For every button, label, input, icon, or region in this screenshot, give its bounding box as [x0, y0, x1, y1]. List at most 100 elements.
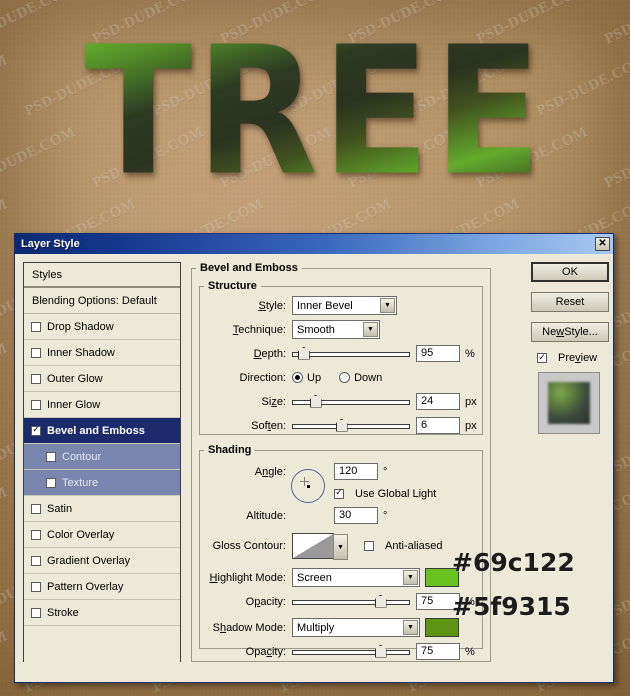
checkbox-unchecked-icon[interactable]	[46, 451, 56, 462]
styles-list-item-label: Drop Shadow	[47, 320, 114, 333]
angle-dial[interactable]	[291, 469, 325, 503]
soften-input[interactable]: 6	[416, 417, 460, 434]
dialog-titlebar[interactable]: Layer Style ✕	[15, 234, 613, 254]
anti-aliased-label: Anti-aliased	[385, 540, 443, 552]
soften-slider[interactable]	[292, 418, 410, 433]
technique-select[interactable]: Smooth ▼	[292, 320, 380, 339]
technique-select-value: Smooth	[297, 323, 335, 336]
new-style-button[interactable]: Ne w Style...	[531, 322, 609, 342]
depth-slider-thumb[interactable]	[297, 346, 310, 360]
styles-list-item[interactable]: Drop Shadow	[24, 314, 180, 340]
styles-panel: Styles Blending Options: Default Drop Sh…	[23, 262, 181, 674]
radio-off-icon	[339, 372, 351, 383]
radio-on-icon	[292, 372, 303, 383]
gloss-contour-picker[interactable]: ▼	[292, 533, 348, 560]
highlight-mode-select[interactable]: Screen ▼	[292, 568, 420, 587]
styles-list-item[interactable]: ✓ Bevel and Emboss	[24, 418, 180, 444]
shadow-mode-select[interactable]: Multiply ▼	[292, 618, 420, 637]
depth-input[interactable]: 95	[416, 345, 460, 362]
shadow-mode-label: Shadow Mode:	[212, 621, 286, 634]
use-global-light-checkbox[interactable]: ✓ Use Global Light	[334, 488, 436, 500]
checkbox-unchecked-icon[interactable]	[31, 321, 41, 332]
structure-group-title: Structure	[208, 280, 257, 292]
shading-group: Shading Angle: 120 ° ✓ Use Global Light	[199, 444, 483, 660]
direction-row: Direction: Up Down	[200, 367, 482, 388]
anti-aliased-checkbox[interactable]: Anti-aliased	[364, 540, 442, 552]
size-slider[interactable]	[292, 394, 410, 409]
direction-down-radio[interactable]: Down	[339, 372, 382, 384]
checkbox-unchecked-icon[interactable]	[31, 399, 41, 410]
styles-list-item[interactable]: Outer Glow	[24, 366, 180, 392]
reset-button[interactable]: Reset	[531, 292, 609, 312]
chevron-down-icon[interactable]: ▼	[333, 534, 348, 560]
checkbox-unchecked-icon[interactable]	[31, 555, 41, 566]
size-slider-thumb[interactable]	[309, 394, 322, 408]
chevron-down-icon[interactable]: ▼	[380, 298, 395, 313]
styles-list-item-label: Inner Shadow	[47, 346, 115, 359]
ok-button[interactable]: OK	[531, 262, 609, 282]
size-input[interactable]: 24	[416, 393, 460, 410]
shadow-opacity-slider[interactable]	[292, 644, 410, 659]
checkbox-unchecked-icon[interactable]	[31, 373, 41, 384]
styles-list-item-label: Texture	[62, 476, 99, 489]
soften-slider-thumb[interactable]	[335, 418, 348, 432]
depth-slider[interactable]	[292, 346, 410, 361]
chevron-down-icon[interactable]: ▼	[363, 322, 378, 337]
bevel-settings-panel: Bevel and Emboss Structure Style: Inner …	[191, 262, 491, 662]
checkbox-unchecked-icon[interactable]	[31, 607, 41, 618]
checkbox-unchecked-icon[interactable]	[31, 529, 41, 540]
size-unit: px	[465, 395, 477, 408]
styles-panel-header: Styles	[24, 263, 180, 288]
styles-list-item-label: Pattern Overlay	[47, 580, 124, 593]
shadow-hex-annotation: #5f9315	[452, 592, 571, 621]
highlight-opacity-track	[292, 599, 410, 605]
shadow-opacity-thumb[interactable]	[374, 644, 387, 658]
styles-list: Drop Shadow Inner Shadow Outer Glow Inner G…	[24, 314, 180, 626]
highlight-opacity-thumb[interactable]	[374, 594, 387, 608]
styles-list-item[interactable]: Texture	[24, 470, 180, 496]
checkbox-unchecked-icon[interactable]	[31, 347, 41, 358]
styles-list-item[interactable]: Inner Shadow	[24, 340, 180, 366]
use-global-light-label: Use Global Light	[355, 487, 437, 500]
styles-list-item-label: Gradient Overlay	[47, 554, 131, 567]
styles-list-item-label: Bevel and Emboss	[47, 424, 145, 437]
checkbox-unchecked-icon[interactable]	[46, 477, 56, 488]
chevron-down-icon[interactable]: ▼	[403, 570, 418, 585]
checkbox-checked-icon: ✓	[537, 352, 547, 363]
angle-row: Angle: 120 °	[200, 461, 482, 482]
highlight-opacity-slider[interactable]	[292, 594, 410, 609]
style-label: Style:	[258, 299, 286, 312]
direction-up-label: Up	[307, 371, 322, 384]
soften-label: Soften:	[251, 419, 286, 432]
angle-label: Angle:	[254, 465, 286, 478]
soften-unit: px	[465, 419, 477, 432]
styles-list-item[interactable]: Gradient Overlay	[24, 548, 180, 574]
styles-list-item[interactable]: Satin	[24, 496, 180, 522]
altitude-input[interactable]: 30	[334, 507, 378, 524]
styles-list-item[interactable]: Contour	[24, 444, 180, 470]
checkbox-checked-icon[interactable]: ✓	[31, 425, 41, 436]
direction-up-radio[interactable]: Up	[292, 372, 321, 384]
highlight-mode-value: Screen	[297, 571, 332, 584]
chevron-down-icon[interactable]: ▼	[403, 620, 418, 635]
soften-slider-track	[292, 423, 410, 429]
blending-options-item[interactable]: Blending Options: Default	[24, 288, 180, 314]
shadow-opacity-input[interactable]: 75	[416, 643, 460, 660]
direction-label: Direction:	[239, 371, 286, 384]
tree-text: TREE	[84, 8, 546, 216]
styles-list-item[interactable]: Inner Glow	[24, 392, 180, 418]
angle-input[interactable]: 120	[334, 463, 378, 480]
shading-group-title: Shading	[208, 444, 252, 456]
preview-thumbnail-frame	[538, 372, 600, 434]
checkbox-unchecked-icon[interactable]	[31, 503, 41, 514]
checkbox-unchecked-icon	[364, 541, 374, 551]
styles-list-item-label: Outer Glow	[47, 372, 103, 385]
close-icon[interactable]: ✕	[595, 237, 610, 251]
styles-list-item[interactable]: Color Overlay	[24, 522, 180, 548]
style-select[interactable]: Inner Bevel ▼	[292, 296, 397, 315]
styles-list-item[interactable]: Pattern Overlay	[24, 574, 180, 600]
checkbox-unchecked-icon[interactable]	[31, 581, 41, 592]
preview-checkbox[interactable]: ✓ Preview	[537, 352, 609, 364]
tree-artwork: TREE	[0, 12, 630, 212]
styles-list-item[interactable]: Stroke	[24, 600, 180, 626]
